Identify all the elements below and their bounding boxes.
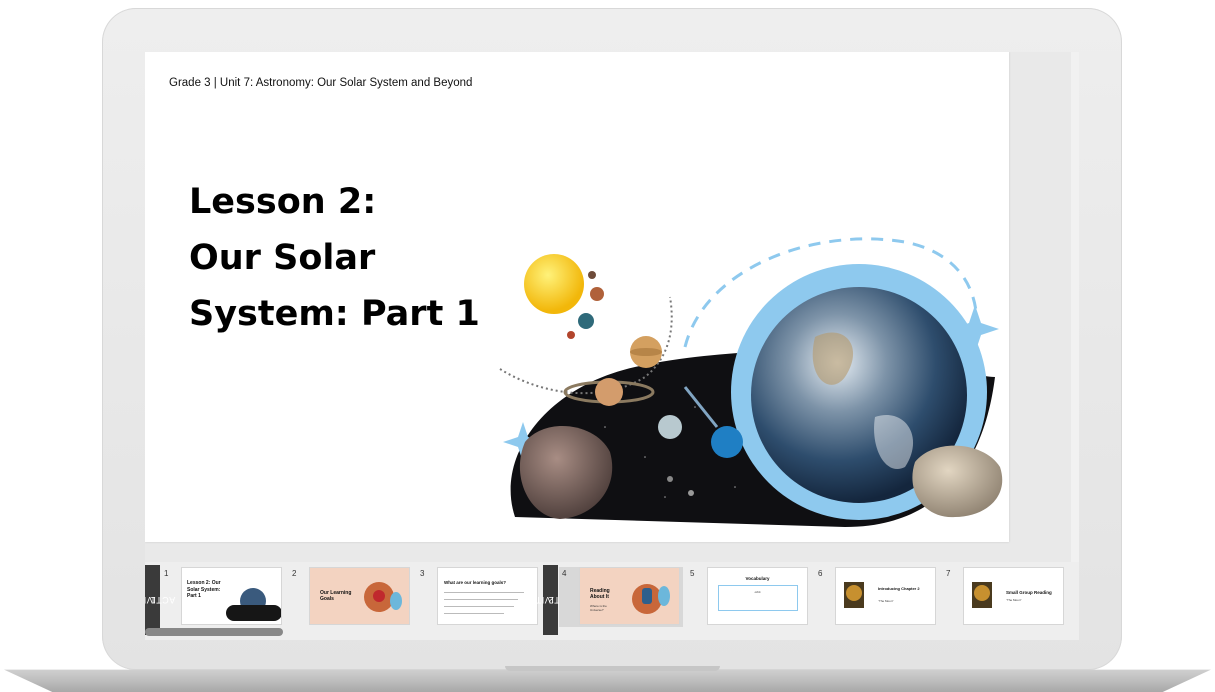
apple-icon	[373, 590, 385, 602]
activity-number: 2	[547, 595, 554, 605]
thumbnail-subtitle: “The Moon”	[1006, 598, 1022, 602]
moon-image	[846, 585, 862, 601]
saturn	[595, 378, 623, 406]
thumbnail-number: 4	[562, 569, 567, 578]
activity-number: 1	[149, 595, 156, 605]
thumbnail-number: 2	[292, 569, 297, 578]
thumbnail-number: 7	[946, 569, 951, 578]
thumbnail-title: Reading About It	[590, 588, 610, 600]
thumbnail-preview: Introducing Chapter 2 “The Moon”	[835, 567, 936, 625]
sun	[524, 254, 584, 314]
lesson-title: Lesson 2: Our Solar System: Part 1	[189, 174, 489, 342]
slide-breadcrumb: Grade 3 | Unit 7: Astronomy: Our Solar S…	[169, 77, 473, 89]
thumbnail-title: Our Learning Goals	[320, 590, 352, 602]
slide-thumbnail-6[interactable]: 6 Introducing Chapter 2 “The Moon”	[815, 567, 939, 627]
thumbnail-title: Introducing Chapter 2	[878, 586, 920, 591]
thumbnail-title: Lesson 2: Our Solar System: Part 1	[187, 580, 221, 599]
activity-2-tab[interactable]: ACTIVITY 2	[528, 565, 573, 635]
text-line	[444, 599, 518, 600]
thumbnail-title: Vocabulary	[745, 576, 770, 581]
thumbnail-title: What are our learning goals?	[444, 580, 507, 585]
thumbnail-subtitle: “The Moon”	[878, 599, 894, 603]
activity-1-tab[interactable]: ACTIVITY 1	[145, 565, 175, 635]
text-line	[444, 613, 504, 614]
laptop-notch	[505, 666, 720, 671]
thumbnail-number: 5	[690, 569, 695, 578]
thumbnail-preview: Lesson 2: Our Solar System: Part 1	[181, 567, 282, 625]
slide-thumbnail-4[interactable]: 4 Reading About It Where is the Universe…	[559, 567, 683, 627]
meteorite-right	[912, 445, 1003, 518]
laptop-mockup: Grade 3 | Unit 7: Astronomy: Our Solar S…	[0, 0, 1215, 692]
thumbnail-preview: Vocabulary orbit	[707, 567, 808, 625]
slide-thumbnail-3[interactable]: 3 What are our learning goals?	[417, 567, 541, 627]
neptune	[711, 426, 743, 458]
slide-thumbnail-2[interactable]: 2 Our Learning Goals	[289, 567, 413, 627]
thumbnail-title: Small Group Reading	[1006, 590, 1052, 595]
thumbnail-preview: Small Group Reading “The Moon”	[963, 567, 1064, 625]
title-line-1: Lesson 2:	[189, 182, 377, 222]
slide-thumbnail-5[interactable]: 5 Vocabulary orbit	[687, 567, 811, 627]
slide-filmstrip: ACTIVITY 1 1 Lesson 2: Our Solar System:…	[145, 562, 1079, 640]
moon-image	[974, 585, 990, 601]
title-line-2: Our Solar	[189, 238, 376, 278]
text-line	[444, 592, 524, 593]
blue-shape	[658, 586, 670, 606]
thumbnail-subtitle: Where is the Universe?	[590, 604, 607, 612]
thumbnail-preview: Our Learning Goals	[309, 567, 410, 625]
text-line	[444, 606, 514, 607]
slide-thumbnail-1[interactable]: 1 Lesson 2: Our Solar System: Part 1	[161, 567, 285, 627]
thumbnail-number: 1	[164, 569, 169, 578]
filmstrip-scrollbar[interactable]	[145, 628, 283, 636]
title-line-3: System: Part 1	[189, 294, 480, 334]
thumbnail-subtitle: orbit	[754, 590, 761, 594]
thumbnail-number: 6	[818, 569, 823, 578]
solar-system-illustration	[499, 237, 1003, 527]
vocab-card	[718, 585, 798, 611]
blue-shape	[390, 592, 402, 610]
thumbnail-preview: Reading About It Where is the Universe?	[579, 567, 680, 625]
thumbnail-number: 3	[420, 569, 425, 578]
vertical-scrollbar[interactable]	[1071, 52, 1079, 562]
space-mini	[226, 605, 281, 621]
laptop-screen: Grade 3 | Unit 7: Astronomy: Our Solar S…	[145, 52, 1079, 640]
main-slide: Grade 3 | Unit 7: Astronomy: Our Solar S…	[145, 52, 1009, 542]
thumbnail-preview: What are our learning goals?	[437, 567, 538, 625]
book-icon	[642, 588, 652, 604]
slide-thumbnail-7[interactable]: 7 Small Group Reading “The Moon”	[943, 567, 1067, 627]
